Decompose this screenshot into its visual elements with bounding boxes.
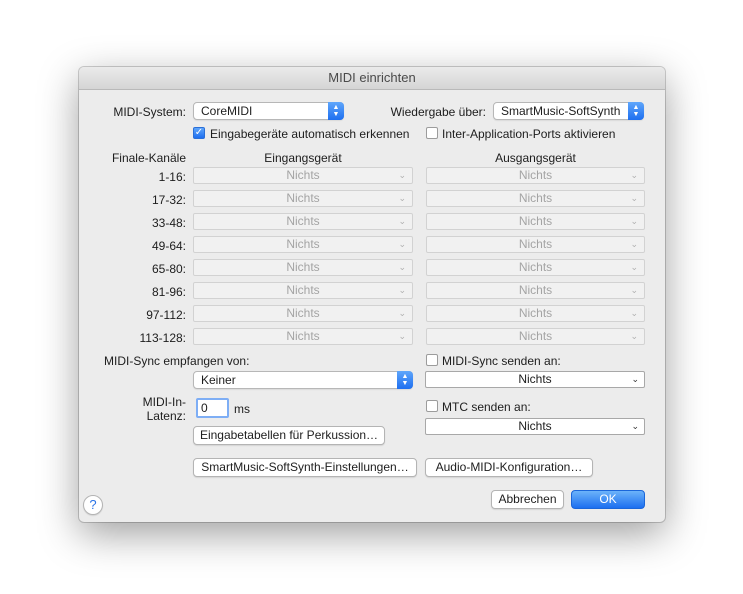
latency-unit: ms bbox=[234, 402, 250, 416]
sync-send-select[interactable]: Nichts ⌄ bbox=[425, 371, 645, 388]
input-device-select: Nichts ⌄ bbox=[193, 167, 413, 184]
channel-range-label: 1-16: bbox=[158, 170, 186, 184]
ok-button[interactable]: OK bbox=[571, 490, 645, 509]
sync-receive-value: Keiner bbox=[201, 373, 236, 387]
input-device-select: Nichts ⌄ bbox=[193, 282, 413, 299]
auto-detect-checkbox[interactable]: ✓ bbox=[193, 127, 205, 139]
mtc-send-checkbox[interactable] bbox=[426, 400, 438, 412]
input-device-select: Nichts ⌄ bbox=[193, 190, 413, 207]
output-device-select: Nichts ⌄ bbox=[426, 213, 645, 230]
channel-range-label: 33-48: bbox=[151, 216, 186, 230]
midi-system-label: MIDI-System: bbox=[113, 105, 186, 119]
chevron-down-icon: ⌄ bbox=[398, 285, 406, 295]
updown-arrows-icon: ▲ ▼ bbox=[397, 371, 413, 389]
playback-label: Wiedergabe über: bbox=[390, 105, 486, 119]
chevron-down-icon: ⌄ bbox=[630, 170, 638, 180]
cancel-button[interactable]: Abbrechen bbox=[491, 490, 564, 509]
midi-system-popup[interactable]: CoreMIDI ▲ ▼ bbox=[193, 102, 344, 120]
chevron-down-icon: ⌄ bbox=[631, 421, 639, 431]
chevron-down-icon: ⌄ bbox=[398, 331, 406, 341]
auto-detect-label: Eingabegeräte automatisch erkennen bbox=[210, 127, 410, 141]
latency-input[interactable]: 0 bbox=[196, 398, 229, 418]
channel-range-label: 97-112: bbox=[146, 308, 186, 322]
input-device-select: Nichts ⌄ bbox=[193, 305, 413, 322]
chevron-down-icon: ⌄ bbox=[398, 193, 406, 203]
input-device-select: Nichts ⌄ bbox=[193, 236, 413, 253]
output-device-select: Nichts ⌄ bbox=[426, 190, 645, 207]
chevron-down-icon: ⌄ bbox=[398, 170, 406, 180]
softsynth-settings-button[interactable]: SmartMusic-SoftSynth-Einstellungen… bbox=[193, 458, 417, 477]
sync-send-value: Nichts bbox=[518, 372, 552, 386]
help-button[interactable]: ? bbox=[83, 495, 103, 515]
chevron-down-icon: ⌄ bbox=[630, 193, 638, 203]
playback-value: SmartMusic-SoftSynth bbox=[501, 104, 621, 118]
chevron-down-icon: ⌄ bbox=[631, 374, 639, 384]
chevron-down-icon: ⌄ bbox=[630, 331, 638, 341]
input-device-select: Nichts ⌄ bbox=[193, 213, 413, 230]
playback-popup[interactable]: SmartMusic-SoftSynth ▲ ▼ bbox=[493, 102, 644, 120]
output-device-select: Nichts ⌄ bbox=[426, 282, 645, 299]
percussion-maps-button[interactable]: Eingabetabellen für Perkussion… bbox=[193, 426, 385, 445]
channels-header: Finale-Kanäle bbox=[111, 151, 186, 165]
sync-send-label: MIDI-Sync senden an: bbox=[442, 354, 561, 368]
audio-midi-config-button[interactable]: Audio-MIDI-Konfiguration… bbox=[425, 458, 593, 477]
updown-arrows-icon: ▲ ▼ bbox=[628, 102, 644, 120]
mtc-send-select[interactable]: Nichts ⌄ bbox=[425, 418, 645, 435]
chevron-down-icon: ⌄ bbox=[398, 262, 406, 272]
mtc-send-value: Nichts bbox=[518, 419, 552, 433]
channel-range-label: 49-64: bbox=[151, 239, 186, 253]
window-title: MIDI einrichten bbox=[79, 67, 665, 90]
input-device-select: Nichts ⌄ bbox=[193, 259, 413, 276]
channel-range-label: 17-32: bbox=[151, 193, 186, 207]
chevron-down-icon: ⌄ bbox=[630, 216, 638, 226]
chevron-down-icon: ⌄ bbox=[398, 239, 406, 249]
channel-range-label: 113-128: bbox=[139, 331, 186, 345]
output-device-select: Nichts ⌄ bbox=[426, 236, 645, 253]
chevron-down-icon: ⌄ bbox=[398, 216, 406, 226]
input-device-select: Nichts ⌄ bbox=[193, 328, 413, 345]
output-device-select: Nichts ⌄ bbox=[426, 259, 645, 276]
output-device-select: Nichts ⌄ bbox=[426, 305, 645, 322]
midi-setup-dialog: MIDI einrichten MIDI-System: CoreMIDI ▲ ▼… bbox=[79, 67, 665, 522]
chevron-down-icon: ⌄ bbox=[630, 239, 638, 249]
input-device-header: Eingangsgerät bbox=[264, 151, 342, 165]
chevron-down-icon: ⌄ bbox=[630, 308, 638, 318]
output-device-header: Ausgangsgerät bbox=[495, 151, 576, 165]
inter-app-label: Inter-Application-Ports aktivieren bbox=[442, 127, 616, 141]
mtc-send-label: MTC senden an: bbox=[442, 400, 531, 414]
output-device-select: Nichts ⌄ bbox=[426, 167, 645, 184]
latency-label-line1: MIDI-In- bbox=[142, 395, 186, 409]
channel-range-label: 81-96: bbox=[151, 285, 186, 299]
midi-system-value: CoreMIDI bbox=[201, 104, 253, 118]
chevron-down-icon: ⌄ bbox=[630, 262, 638, 272]
sync-receive-label: MIDI-Sync empfangen von: bbox=[104, 354, 250, 368]
chevron-down-icon: ⌄ bbox=[630, 285, 638, 295]
output-device-select: Nichts ⌄ bbox=[426, 328, 645, 345]
inter-app-checkbox[interactable] bbox=[426, 127, 438, 139]
updown-arrows-icon: ▲ ▼ bbox=[328, 102, 344, 120]
chevron-down-icon: ⌄ bbox=[398, 308, 406, 318]
sync-send-checkbox[interactable] bbox=[426, 354, 438, 366]
latency-label-line2: Latenz: bbox=[146, 409, 186, 423]
channel-range-label: 65-80: bbox=[151, 262, 186, 276]
sync-receive-popup[interactable]: Keiner ▲ ▼ bbox=[193, 371, 413, 389]
